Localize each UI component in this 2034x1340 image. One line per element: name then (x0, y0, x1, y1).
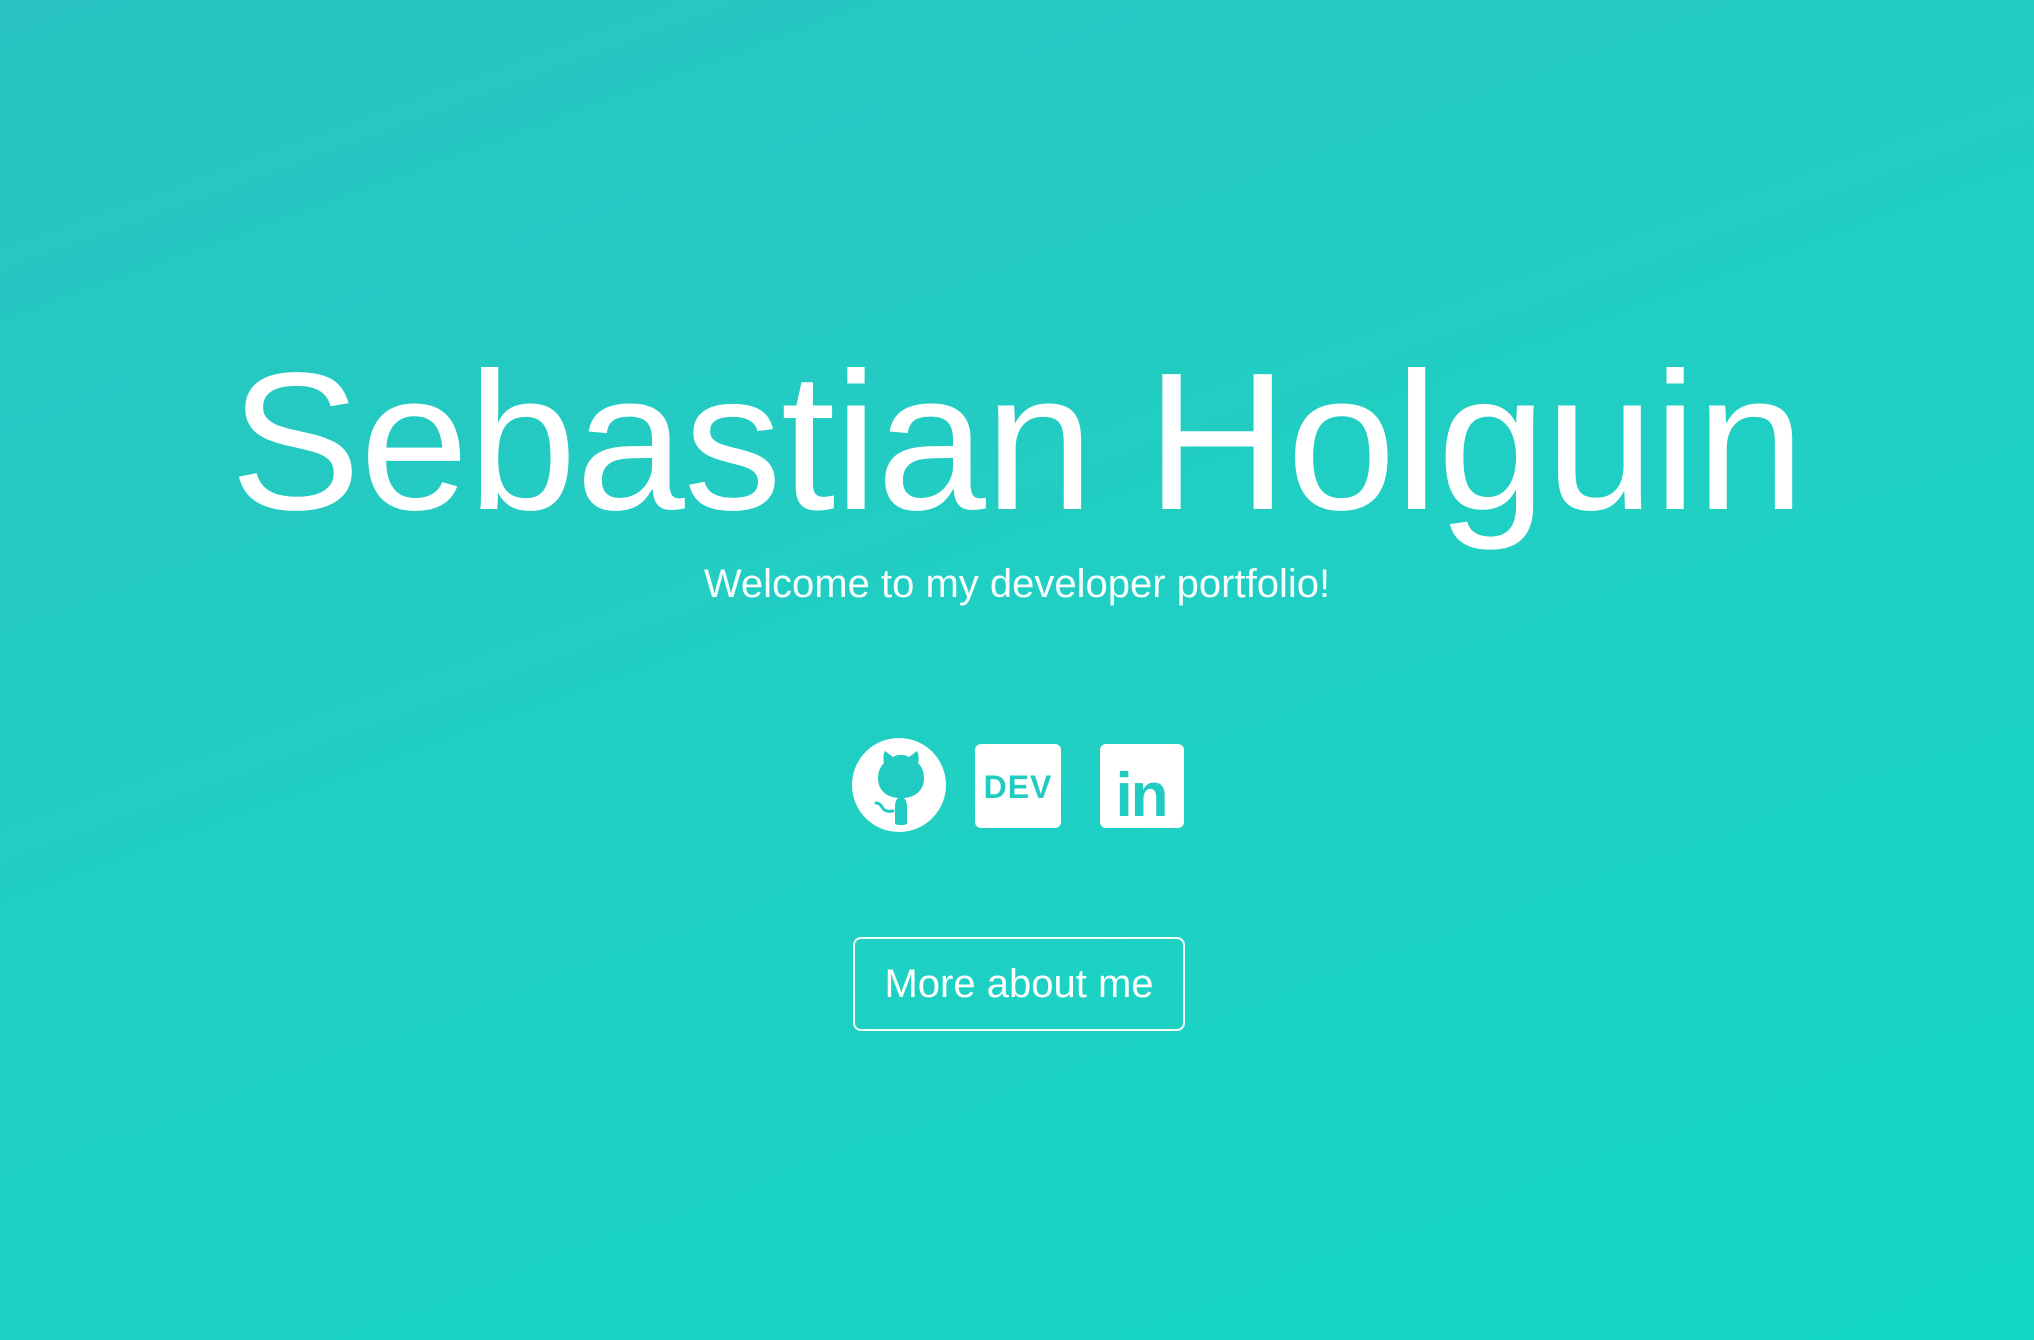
hero-section: Sebastian Holguin Welcome to my develope… (0, 0, 2034, 1340)
linkedin-icon: in (1100, 744, 1184, 830)
linkedin-badge-text: in (1115, 761, 1166, 830)
dev-icon: DEV (975, 744, 1061, 828)
dev-badge-text: DEV (984, 769, 1053, 805)
github-link[interactable] (852, 738, 946, 832)
more-about-me-button[interactable]: More about me (853, 937, 1185, 1031)
github-icon (852, 738, 946, 832)
linkedin-link[interactable]: in (1094, 738, 1188, 832)
social-links: DEV in (852, 738, 1188, 832)
page-subtitle: Welcome to my developer portfolio! (703, 562, 1331, 606)
dev-link[interactable]: DEV (973, 738, 1067, 832)
page-title: Sebastian Holguin (230, 332, 1805, 551)
